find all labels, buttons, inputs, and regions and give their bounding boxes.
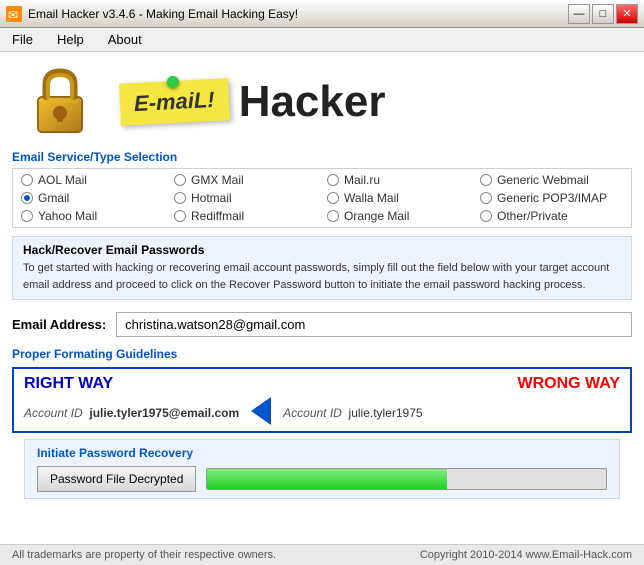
radio-hotmail[interactable]: Hotmail: [174, 191, 317, 205]
initiate-label: Initiate Password Recovery: [37, 446, 607, 460]
wrong-account: Account ID julie.tyler1975: [283, 406, 422, 420]
minimize-button[interactable]: —: [568, 4, 590, 24]
radio-aol[interactable]: AOL Mail: [21, 173, 164, 187]
lock-icon: [20, 62, 100, 142]
radio-rediff-circle: [174, 210, 186, 222]
radio-other[interactable]: Other/Private: [480, 209, 623, 223]
maximize-button[interactable]: □: [592, 4, 614, 24]
menu-file[interactable]: File: [8, 32, 37, 47]
radio-mailru-circle: [327, 174, 339, 186]
radio-generic-web[interactable]: Generic Webmail: [480, 173, 623, 187]
hack-section: Hack/Recover Email Passwords To get star…: [12, 236, 632, 300]
header-section: E-maiL! Hacker: [0, 52, 644, 150]
arrow-divider: [239, 397, 283, 425]
menu-help[interactable]: Help: [53, 32, 88, 47]
radio-yahoo[interactable]: Yahoo Mail: [21, 209, 164, 223]
radio-gmx-circle: [174, 174, 186, 186]
hack-desc: To get started with hacking or recoverin…: [23, 260, 621, 293]
radio-mailru[interactable]: Mail.ru: [327, 173, 470, 187]
radio-gmail-circle: [21, 192, 33, 204]
right-account: Account ID julie.tyler1975@email.com: [24, 406, 239, 420]
radio-aol-circle: [21, 174, 33, 186]
hacker-title: Hacker: [239, 77, 386, 127]
format-details-row: Account ID julie.tyler1975@email.com Acc…: [24, 397, 620, 425]
right-way-heading: RIGHT WAY: [24, 375, 113, 393]
initiate-wrapper: Initiate Password Recovery Password File…: [0, 439, 644, 507]
email-service-label: Email Service/Type Selection: [12, 150, 632, 164]
email-address-label: Email Address:: [12, 317, 106, 332]
initiate-section: Initiate Password Recovery Password File…: [24, 439, 620, 499]
email-note: E-maiL!: [119, 78, 230, 126]
radio-rediff[interactable]: Rediffmail: [174, 209, 317, 223]
title-bar: ✉ Email Hacker v3.4.6 - Making Email Hac…: [0, 0, 644, 28]
menu-bar: File Help About: [0, 28, 644, 52]
email-service-section: Email Service/Type Selection AOL Mail GM…: [0, 150, 644, 236]
radio-walla[interactable]: Walla Mail: [327, 191, 470, 205]
radio-other-circle: [480, 210, 492, 222]
window-controls: — □ ✕: [568, 4, 638, 24]
hack-title: Hack/Recover Email Passwords: [23, 243, 621, 257]
close-button[interactable]: ✕: [616, 4, 638, 24]
progress-bar-container: [206, 468, 607, 490]
svg-text:✉: ✉: [8, 8, 18, 22]
app-icon: ✉: [6, 6, 22, 22]
format-wrapper: Proper Formating Guidelines RIGHT WAY WR…: [12, 347, 632, 433]
progress-bar-fill: [207, 469, 446, 489]
window-title: Email Hacker v3.4.6 - Making Email Hacki…: [28, 7, 568, 21]
email-row: Email Address:: [0, 308, 644, 341]
radio-generic-web-circle: [480, 174, 492, 186]
radio-generic-pop-circle: [480, 192, 492, 204]
initiate-row: Password File Decrypted: [37, 466, 607, 492]
menu-about[interactable]: About: [104, 32, 146, 47]
radio-gmail[interactable]: Gmail: [21, 191, 164, 205]
radio-gmx[interactable]: GMX Mail: [174, 173, 317, 187]
radio-orange-circle: [327, 210, 339, 222]
note-pin: [167, 76, 180, 89]
password-file-decrypted-button[interactable]: Password File Decrypted: [37, 466, 196, 492]
radio-yahoo-circle: [21, 210, 33, 222]
format-headings-row: RIGHT WAY WRONG WAY: [24, 375, 620, 393]
radio-hotmail-circle: [174, 192, 186, 204]
format-label: Proper Formating Guidelines: [12, 347, 632, 361]
email-address-input[interactable]: [116, 312, 632, 337]
wrong-way-heading: WRONG WAY: [517, 375, 620, 393]
arrow-left-icon: [251, 397, 271, 425]
footer-left: All trademarks are property of their res…: [12, 549, 276, 561]
footer: All trademarks are property of their res…: [0, 544, 644, 565]
main-content: E-maiL! Hacker Email Service/Type Select…: [0, 52, 644, 565]
hack-section-wrapper: Hack/Recover Email Passwords To get star…: [0, 236, 644, 308]
radio-orange[interactable]: Orange Mail: [327, 209, 470, 223]
format-box: RIGHT WAY WRONG WAY Account ID julie.tyl…: [12, 367, 632, 433]
radio-walla-circle: [327, 192, 339, 204]
footer-right: Copyright 2010-2014 www.Email-Hack.com: [420, 549, 632, 561]
email-service-grid: AOL Mail GMX Mail Mail.ru Generic Webmai…: [12, 168, 632, 228]
radio-generic-pop[interactable]: Generic POP3/IMAP: [480, 191, 623, 205]
